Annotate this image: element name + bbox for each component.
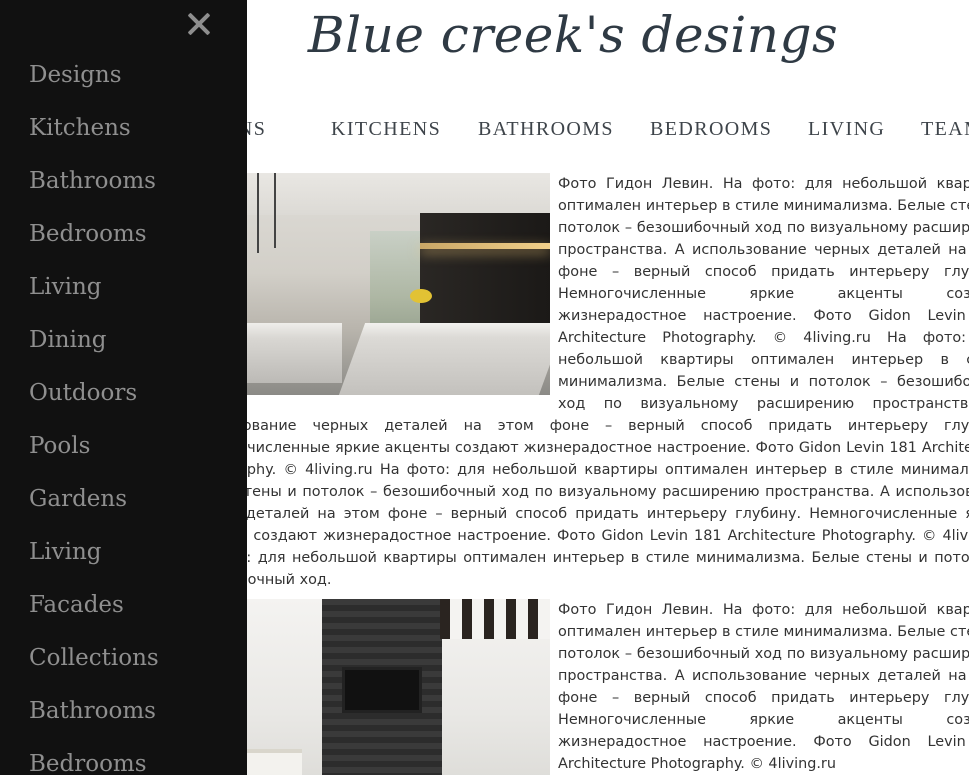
drawer-item-kitchens[interactable]: Kitchens — [29, 109, 159, 162]
drawer-item-living-2[interactable]: Living — [29, 533, 159, 586]
side-drawer: Designs Kitchens Bathrooms Bedrooms Livi… — [0, 0, 247, 775]
close-icon[interactable] — [186, 11, 212, 37]
nav-link-bathrooms[interactable]: BATHROOMS — [478, 118, 614, 141]
nav-link-kitchens[interactable]: KITCHENS — [331, 118, 441, 141]
nav-link-living[interactable]: LIVING — [808, 118, 885, 141]
drawer-item-living[interactable]: Living — [29, 268, 159, 321]
nav-link-team[interactable]: TEAM — [921, 118, 969, 141]
drawer-item-facades[interactable]: Facades — [29, 586, 159, 639]
drawer-item-bedrooms[interactable]: Bedrooms — [29, 215, 159, 268]
photo-tv — [342, 667, 422, 713]
drawer-item-bathrooms-2[interactable]: Bathrooms — [29, 692, 159, 745]
drawer-item-bedrooms-2[interactable]: Bedrooms — [29, 745, 159, 775]
drawer-item-pools[interactable]: Pools — [29, 427, 159, 480]
pendant-lamp — [257, 173, 259, 253]
site-title[interactable]: Blue creek's desings — [248, 6, 898, 64]
pendant-lamp — [274, 173, 276, 248]
drawer-item-outdoors[interactable]: Outdoors — [29, 374, 159, 427]
drawer-menu: Designs Kitchens Bathrooms Bedrooms Livi… — [29, 56, 159, 775]
photo-counter — [338, 323, 550, 395]
drawer-item-collections[interactable]: Collections — [29, 639, 159, 692]
photo-led-strip — [420, 243, 550, 249]
drawer-item-bathrooms[interactable]: Bathrooms — [29, 162, 159, 215]
drawer-item-gardens[interactable]: Gardens — [29, 480, 159, 533]
photo-flowers — [410, 289, 432, 303]
drawer-item-designs[interactable]: Designs — [29, 56, 159, 109]
photo-ceiling-beams — [440, 599, 550, 639]
drawer-item-dining[interactable]: Dining — [29, 321, 159, 374]
nav-link-bedrooms[interactable]: BEDROOMS — [650, 118, 772, 141]
